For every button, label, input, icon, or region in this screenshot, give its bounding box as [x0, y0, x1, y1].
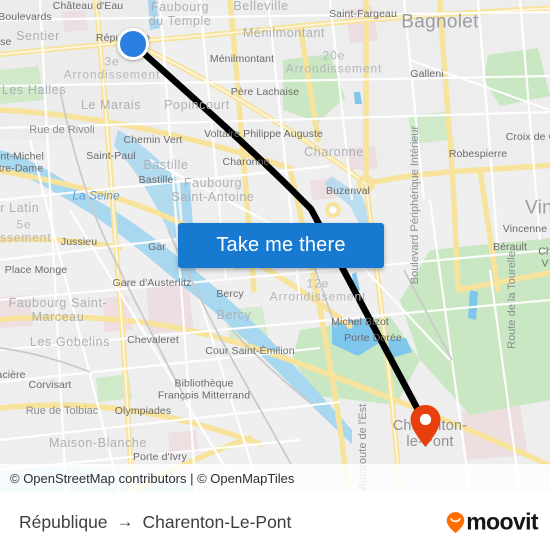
origin-marker-dot[interactable] — [117, 28, 149, 60]
destination-marker-pin[interactable] — [409, 404, 442, 448]
route-summary: République → Charenton-Le-Pont — [19, 512, 291, 533]
route-origin-label: République — [19, 511, 108, 532]
map-canvas[interactable]: Boulevards Château d'Eau Faubourg du Temple… — [0, 0, 550, 492]
route-destination-label: Charenton-Le-Pont — [142, 511, 292, 532]
take-me-there-button[interactable]: Take me there — [178, 223, 384, 268]
footer-bar: République → Charenton-Le-Pont moovit — [0, 492, 550, 550]
map-attribution: © OpenStreetMap contributors | © OpenMap… — [0, 464, 550, 492]
moovit-wordmark: moovit — [466, 508, 538, 535]
arrow-right-icon: → — [116, 512, 134, 531]
moovit-trip-map-screen: Boulevards Château d'Eau Faubourg du Temple… — [0, 0, 550, 550]
moovit-logo[interactable]: moovit — [446, 508, 539, 536]
attribution-text[interactable]: © OpenStreetMap contributors | © OpenMap… — [10, 471, 294, 486]
moovit-pin-icon — [446, 511, 465, 533]
